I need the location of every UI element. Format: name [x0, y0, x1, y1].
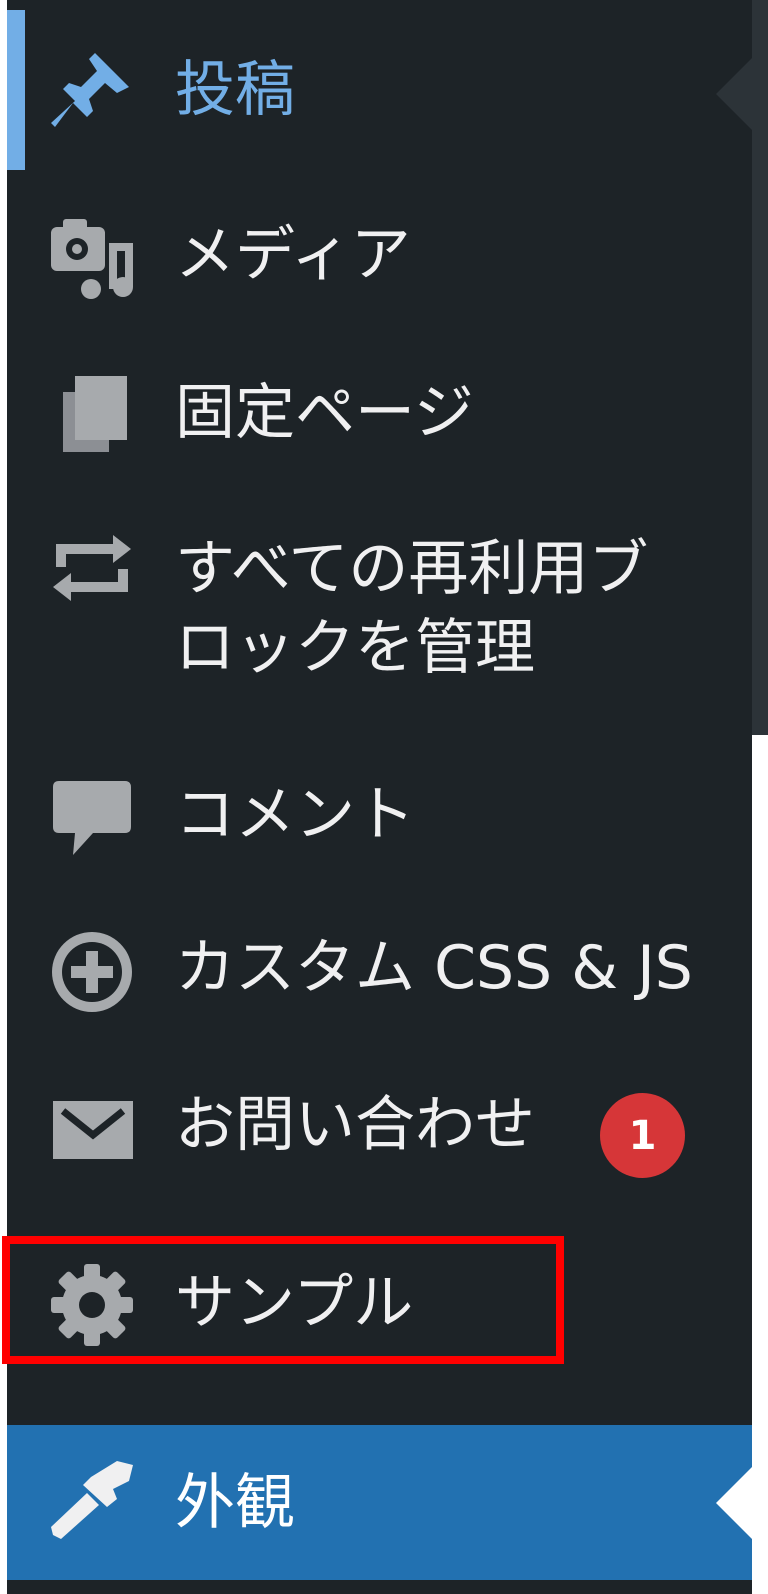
comment-icon [47, 775, 137, 865]
sidebar-item-label: コメント [175, 780, 415, 850]
reusable-block-icon [47, 523, 137, 613]
sidebar-item-label: カスタム CSS & JS [175, 933, 693, 1003]
current-page-arrow [716, 1467, 752, 1539]
menu-bottom-edge [7, 1580, 752, 1594]
sidebar-item-comments[interactable]: コメント [7, 735, 752, 895]
sidebar-item-label: 外観 [175, 1468, 295, 1538]
envelope-icon [47, 1085, 137, 1175]
highlight-annotation [2, 1236, 564, 1364]
pin-icon [47, 45, 137, 135]
sidebar-item-media[interactable]: メディア [7, 175, 752, 335]
sidebar-item-label-line1: すべての再利用ブ [175, 534, 649, 604]
paintbrush-icon [47, 1455, 137, 1545]
pages-icon [47, 370, 137, 460]
notification-badge: 1 [600, 1093, 685, 1178]
sidebar-item-posts[interactable]: 投稿 [7, 0, 752, 175]
sidebar-item-label: メディア [175, 220, 411, 290]
submenu-edge [752, 0, 768, 735]
sidebar-item-label: お問い合わせ [175, 1090, 535, 1160]
sidebar-item-custom-css-js[interactable]: カスタム CSS & JS [7, 895, 752, 1055]
sidebar-item-label: 投稿 [175, 55, 295, 125]
sidebar-item-label: 固定ページ [175, 378, 474, 448]
sidebar-item-label-line2: ロックを管理 [175, 613, 535, 683]
media-icon [47, 213, 137, 303]
sidebar-item-reusable-blocks[interactable]: すべての再利用ブ ロックを管理 [7, 495, 752, 735]
plus-circle-icon [47, 927, 137, 1017]
submenu-arrow [716, 58, 752, 130]
sidebar-item-pages[interactable]: 固定ページ [7, 335, 752, 495]
active-indicator [7, 10, 25, 170]
sidebar-item-appearance[interactable]: 外観 [7, 1425, 752, 1580]
